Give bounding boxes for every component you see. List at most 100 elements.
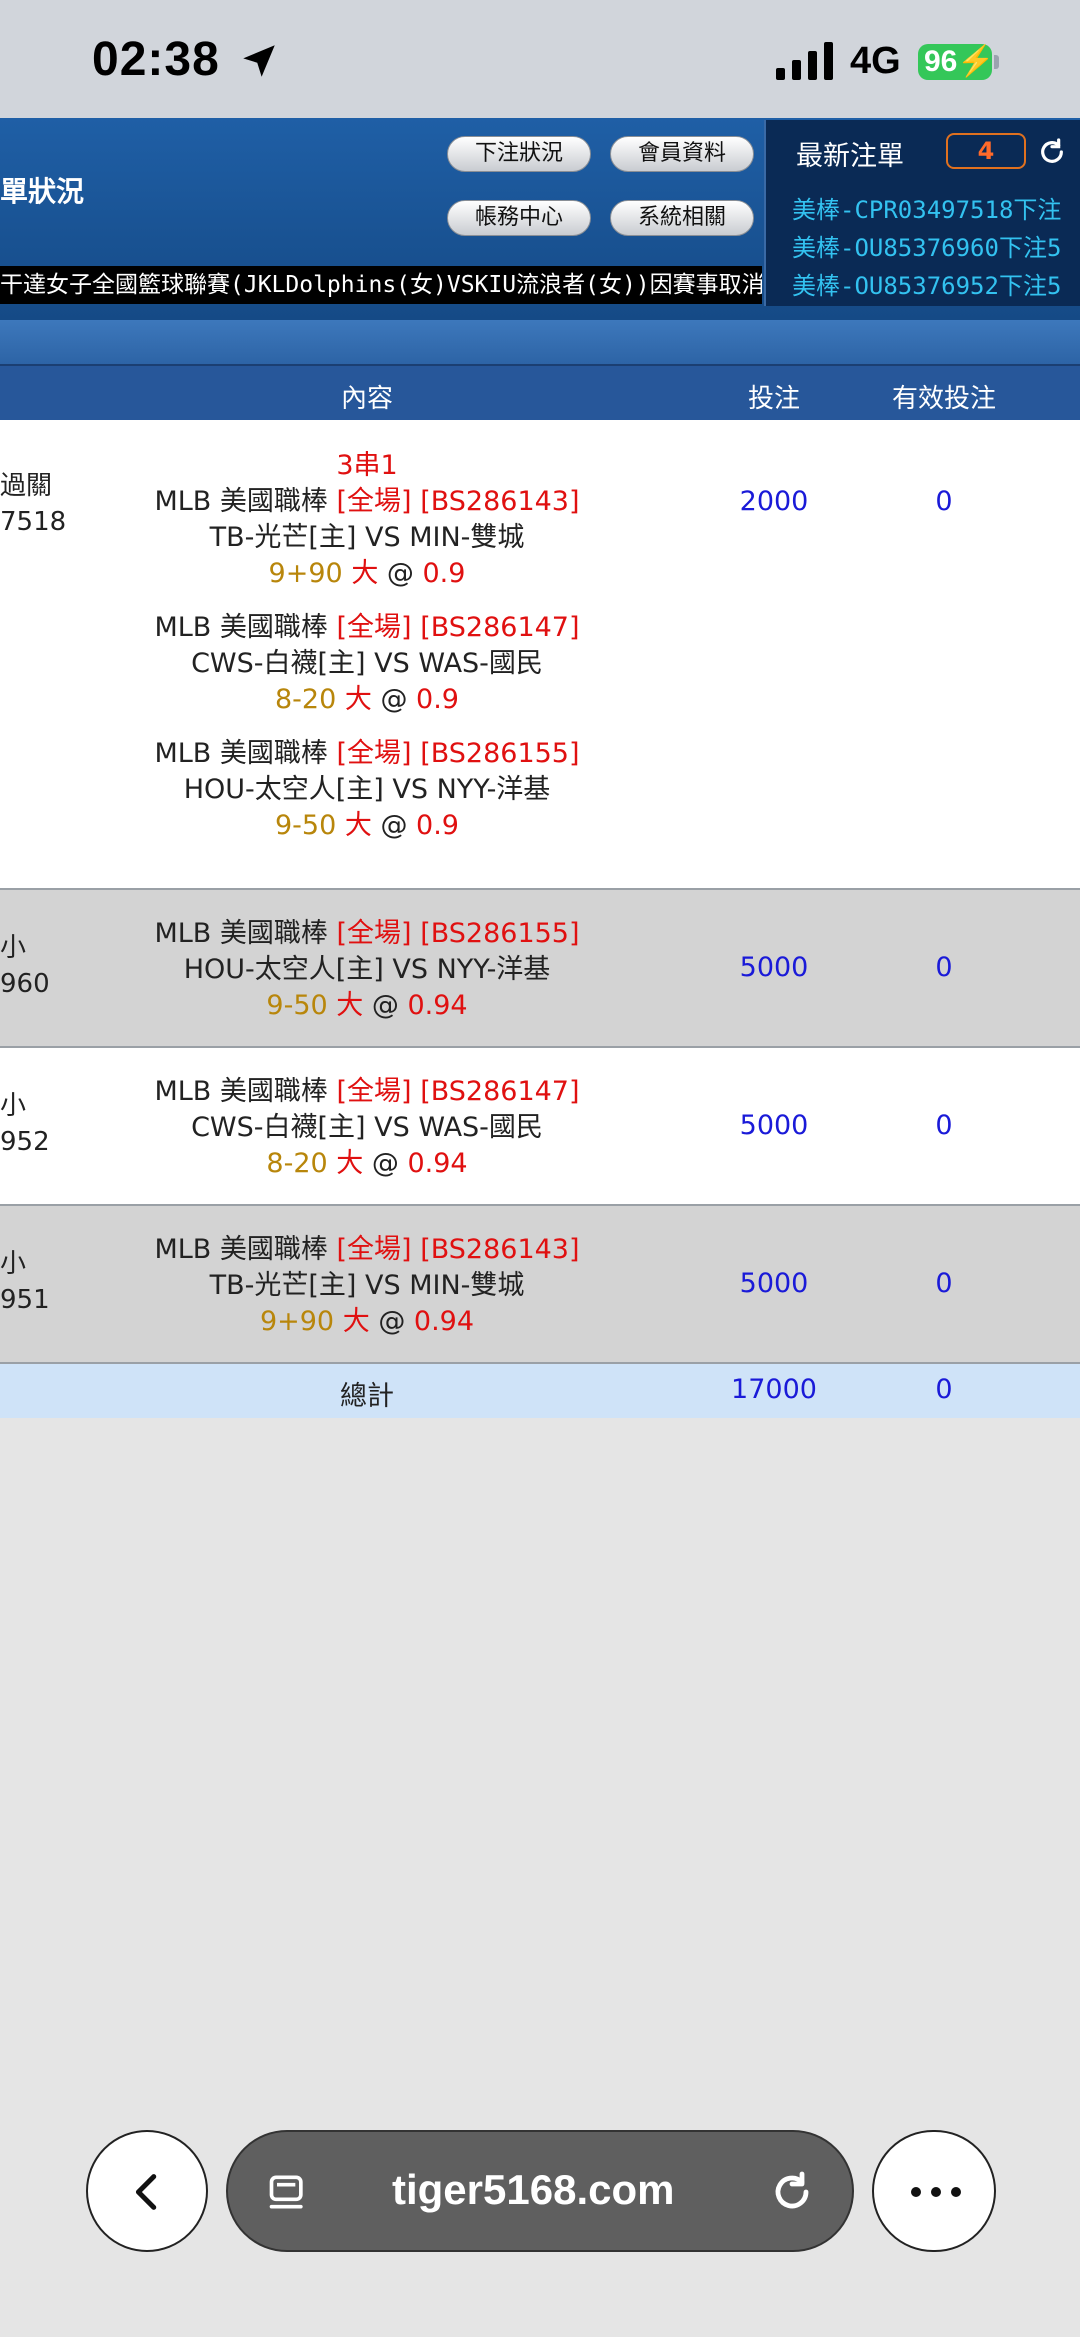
period: [全場] bbox=[336, 1234, 412, 1265]
selection: 8-20 大 @ 0.94 bbox=[107, 1146, 627, 1182]
latest-bet-item[interactable]: 美棒-OU85376952下注5 bbox=[792, 266, 1061, 301]
league: MLB 美國職棒 bbox=[154, 738, 328, 769]
handicap-line: 9-50 bbox=[266, 990, 328, 1021]
status-bar: 02:38 4G 96⚡ bbox=[0, 0, 1080, 118]
latest-bets-panel: 最新注單 4 美棒-CPR03497518下注 美棒-OU85376960下注5… bbox=[764, 120, 1080, 306]
side: 大 bbox=[351, 558, 379, 589]
valid-bet-amount: 0 bbox=[935, 1110, 953, 1141]
at-sign: @ bbox=[378, 1306, 406, 1337]
latest-bets-count: 4 bbox=[946, 133, 1026, 169]
parlay-label: 3串1 bbox=[336, 450, 398, 481]
bet-amount: 5000 bbox=[739, 952, 809, 983]
back-button[interactable] bbox=[86, 2130, 208, 2252]
cut-off-column: │ bbox=[1074, 1110, 1080, 1140]
handicap-line: 9+90 bbox=[268, 558, 343, 589]
location-arrow-icon bbox=[243, 45, 275, 77]
system-button[interactable]: 系統相關 bbox=[610, 200, 754, 236]
signal-icon bbox=[776, 42, 833, 80]
cut-off-column: │ bbox=[1074, 486, 1080, 516]
at-sign: @ bbox=[380, 684, 408, 715]
bet-amount: 5000 bbox=[739, 1110, 809, 1141]
handicap-line: 9-50 bbox=[274, 810, 337, 841]
column-header-bet: 投注 bbox=[747, 384, 801, 414]
period: [全場] bbox=[336, 738, 412, 769]
selection: 9+90 大 @ 0.94 bbox=[107, 1304, 627, 1340]
total-valid-bet: 0 bbox=[935, 1374, 953, 1405]
odds: 0.9 bbox=[422, 558, 466, 589]
valid-bet-amount: 0 bbox=[935, 1268, 953, 1299]
table-header: 內容 投注 有效投注 bbox=[0, 364, 1080, 420]
reload-icon[interactable] bbox=[768, 2168, 816, 2216]
table-row: 過關 7518 3串1 MLB 美國職棒 [全場] [BS286143] TB-… bbox=[0, 420, 1080, 890]
bet-leg: MLB 美國職棒 [全場] [BS286147] CWS-白襪[主] VS WA… bbox=[107, 610, 627, 718]
bet-amount: 2000 bbox=[739, 486, 809, 517]
bet-content: MLB 美國職棒 [全場] [BS286143] TB-光芒[主] VS MIN… bbox=[107, 1232, 627, 1340]
selection: 9-50 大 @ 0.9 bbox=[107, 808, 627, 844]
league: MLB 美國職棒 bbox=[154, 1076, 328, 1107]
at-sign: @ bbox=[380, 810, 408, 841]
event-code: [BS286147] bbox=[420, 612, 580, 643]
bet-id: 960 bbox=[0, 969, 50, 999]
bet-type: 小 bbox=[0, 1249, 27, 1279]
battery-level: 96 bbox=[924, 45, 958, 78]
bet-id: 951 bbox=[0, 1285, 50, 1315]
latest-bet-item[interactable]: 美棒-CPR03497518下注 bbox=[792, 190, 1061, 225]
league: MLB 美國職棒 bbox=[154, 486, 328, 517]
event-code: [BS286143] bbox=[420, 486, 580, 517]
latest-bet-item[interactable]: 美棒-OU85376960下注5 bbox=[792, 228, 1061, 263]
period: [全場] bbox=[336, 1076, 412, 1107]
more-dots-icon bbox=[911, 2187, 961, 2197]
total-label: 總計 bbox=[340, 1381, 394, 1412]
battery-tip bbox=[994, 55, 999, 69]
clock: 02:38 bbox=[92, 33, 220, 86]
teams: TB-光芒[主] VS MIN-雙城 bbox=[209, 1270, 525, 1301]
leg-header: MLB 美國職棒 [全場] [BS286147] bbox=[107, 610, 627, 646]
header-strip bbox=[0, 320, 1080, 364]
charging-bolt-icon: ⚡ bbox=[957, 45, 995, 78]
period: [全場] bbox=[336, 612, 412, 643]
tabs-icon bbox=[269, 2175, 303, 2209]
selection: 9-50 大 @ 0.94 bbox=[107, 988, 627, 1024]
column-header-content: 內容 bbox=[340, 384, 394, 414]
valid-bet-amount: 0 bbox=[935, 952, 953, 983]
period: [全場] bbox=[336, 486, 412, 517]
bet-status-button[interactable]: 下注狀況 bbox=[447, 136, 591, 172]
battery-icon: 96⚡ bbox=[918, 44, 995, 80]
refresh-icon[interactable] bbox=[1036, 136, 1068, 168]
leg-header: MLB 美國職棒 [全場] [BS286155] bbox=[107, 916, 627, 952]
event-code: [BS286155] bbox=[420, 918, 580, 949]
side: 大 bbox=[344, 684, 372, 715]
bet-leg: MLB 美國職棒 [全場] [BS286143] TB-光芒[主] VS MIN… bbox=[107, 484, 627, 592]
chevron-left-icon bbox=[135, 2174, 157, 2210]
valid-bet-amount: 0 bbox=[935, 486, 953, 517]
odds: 0.94 bbox=[407, 990, 468, 1021]
teams: HOU-太空人[主] VS NYY-洋基 bbox=[183, 954, 551, 985]
teams: CWS-白襪[主] VS WAS-國民 bbox=[191, 1112, 543, 1143]
odds: 0.94 bbox=[413, 1306, 475, 1337]
teams: CWS-白襪[主] VS WAS-國民 bbox=[191, 648, 543, 679]
teams: TB-光芒[主] VS MIN-雙城 bbox=[209, 522, 525, 553]
accounts-center-button[interactable]: 帳務中心 bbox=[447, 200, 591, 236]
member-info-button[interactable]: 會員資料 bbox=[610, 136, 754, 172]
table-row: 小 952 MLB 美國職棒 [全場] [BS286147] CWS-白襪[主]… bbox=[0, 1048, 1080, 1206]
total-bet: 17000 bbox=[731, 1374, 817, 1405]
bet-id: 7518 bbox=[0, 507, 67, 537]
more-button[interactable] bbox=[872, 2130, 996, 2252]
bet-id: 952 bbox=[0, 1127, 50, 1157]
leg-header: MLB 美國職棒 [全場] [BS286143] bbox=[107, 1232, 627, 1268]
bet-type: 小 bbox=[0, 1091, 27, 1121]
event-code: [BS286155] bbox=[420, 738, 580, 769]
selection: 9+90 大 @ 0.9 bbox=[107, 556, 627, 592]
address-bar[interactable]: tiger5168.com bbox=[226, 2130, 854, 2252]
handicap-line: 9+90 bbox=[259, 1306, 335, 1337]
bet-content: 3串1 MLB 美國職棒 [全場] [BS286143] TB-光芒[主] VS… bbox=[107, 448, 627, 844]
handicap-line: 8-20 bbox=[266, 1148, 328, 1179]
at-sign: @ bbox=[386, 558, 414, 589]
leg-header: MLB 美國職棒 [全場] [BS286155] bbox=[107, 736, 627, 772]
news-ticker: 干達女子全國籃球聯賽(JKLDolphins(女)VSKIU流浪者(女))因賽事… bbox=[0, 266, 762, 304]
league: MLB 美國職棒 bbox=[154, 612, 328, 643]
column-header-valid-bet: 有效投注 bbox=[891, 384, 997, 414]
bet-content: MLB 美國職棒 [全場] [BS286155] HOU-太空人[主] VS N… bbox=[107, 916, 627, 1024]
side: 大 bbox=[336, 990, 364, 1021]
leg-header: MLB 美國職棒 [全場] [BS286143] bbox=[107, 484, 627, 520]
